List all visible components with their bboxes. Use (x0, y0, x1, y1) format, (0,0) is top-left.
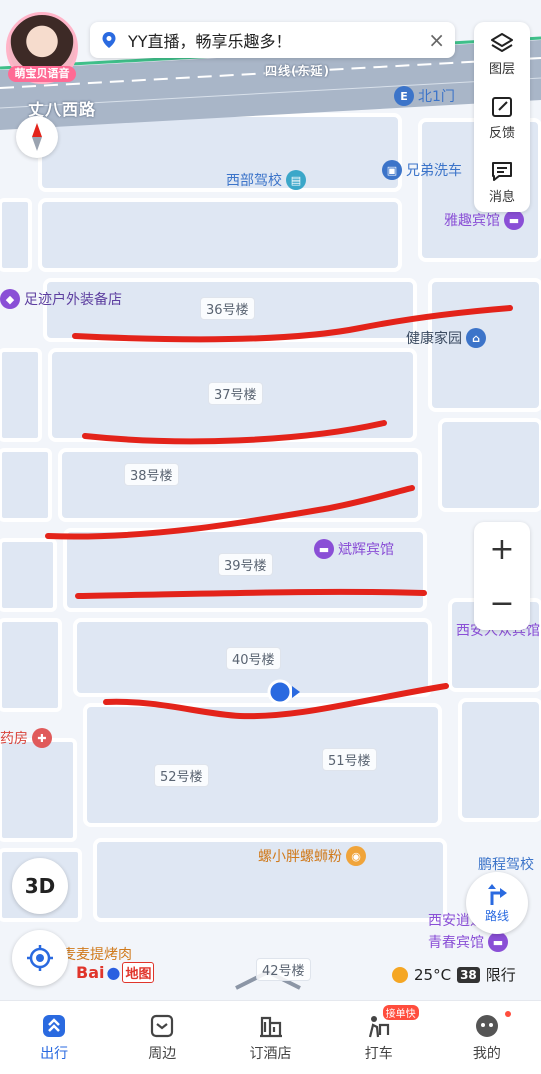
traffic-limit-number: 38 (457, 966, 480, 983)
weather-sun-icon (392, 966, 408, 983)
compass-button[interactable] (16, 116, 58, 158)
locate-icon (27, 945, 53, 971)
pharmacy-icon: ✚ (32, 728, 52, 748)
road-label-line: 四线(东延) (265, 64, 330, 78)
school-icon: ▤ (286, 170, 306, 190)
hotel-icon (259, 1016, 282, 1037)
promo-banner[interactable]: YY直播，畅享乐趣多！ × (90, 22, 455, 58)
nearby-icon (151, 1014, 174, 1037)
poi-luosifen[interactable]: 螺小胖螺蛳粉 ◉ (258, 846, 366, 866)
messages-label: 消息 (488, 190, 515, 205)
poi-youth-hotel[interactable]: 青春宾馆 ▬ (428, 932, 508, 952)
feedback-button[interactable]: 反馈 (474, 88, 530, 148)
poi-outdoor-store[interactable]: ◆ 足迹户外装备店 (0, 289, 122, 309)
zoom-in-button[interactable]: + (474, 522, 530, 576)
building-label: 38号楼 (124, 463, 179, 486)
profile-icon (475, 1014, 498, 1037)
building-label: 37号楼 (208, 382, 263, 405)
layers-button[interactable]: 图层 (474, 24, 530, 84)
temperature: 25°C (414, 965, 452, 984)
poi-health[interactable]: 健康家园 ⌂ (406, 328, 486, 348)
poi-maimai[interactable]: 麦麦提烤肉 (62, 944, 132, 964)
notification-dot (505, 1011, 512, 1017)
zoom-out-button[interactable]: − (474, 576, 530, 630)
building-label: 36号楼 (200, 297, 255, 320)
nav-item-travel[interactable]: 出行 (0, 1001, 108, 1074)
location-pin-icon (102, 32, 116, 48)
layers-label: 图层 (488, 62, 515, 77)
building-label: 52号楼 (154, 764, 209, 787)
layers-icon (491, 33, 513, 52)
nav-label: 打车 (364, 1045, 393, 1062)
route-button[interactable]: 路线 (466, 872, 528, 934)
baidu-map-logo: Bai ● 地图 (76, 962, 155, 983)
banner-text: YY直播，畅享乐趣多！ (128, 32, 292, 51)
message-icon (492, 162, 512, 181)
edit-icon (492, 97, 512, 117)
nav-label: 周边 (148, 1045, 177, 1062)
shop-icon: ◆ (0, 289, 20, 309)
map-canvas[interactable]: 丈八西路 四线(东延) 36号楼 37号楼 38号楼 39号楼 40号楼 51号… (0, 0, 541, 1000)
nav-item-profile[interactable]: 我的 (433, 1001, 541, 1074)
route-label: 路线 (484, 908, 509, 923)
close-icon[interactable]: × (428, 30, 445, 50)
travel-icon (43, 1014, 66, 1037)
hotel-icon: ▬ (488, 932, 508, 952)
weather-widget[interactable]: 25°C 38 限行 (392, 964, 516, 985)
poi-north-gate[interactable]: E 北1门 (394, 86, 455, 106)
3d-toggle-button[interactable]: 3D (12, 858, 68, 914)
poi-pengcheng[interactable]: 鹏程驾校 (478, 854, 534, 874)
messages-button[interactable]: 消息 (474, 152, 530, 212)
food-icon: ◉ (346, 846, 366, 866)
poi-hotel-binhui[interactable]: ▬ 斌辉宾馆 (314, 539, 394, 559)
bottom-nav: 出行 周边 订酒店 接单快 打车 我的 (0, 1000, 541, 1074)
traffic-limit-label: 限行 (485, 966, 516, 984)
poi-car-wash[interactable]: ▣ 兄弟洗车 (382, 160, 462, 180)
paw-icon: ● (106, 963, 121, 982)
feedback-label: 反馈 (488, 126, 515, 141)
compass-icon (32, 123, 42, 151)
nav-label: 我的 (472, 1045, 501, 1062)
taxi-badge: 接单快 (382, 1005, 419, 1020)
route-icon (488, 883, 507, 905)
building-label: 51号楼 (322, 748, 377, 771)
building-label: 39号楼 (218, 553, 273, 576)
home-icon: ⌂ (466, 328, 486, 348)
poi-hotel-yaqu[interactable]: 雅趣宾馆 ▬ (444, 210, 524, 230)
building-label: 40号楼 (226, 647, 281, 670)
nav-label: 订酒店 (249, 1045, 292, 1062)
poi-pharmacy[interactable]: 药房 ✚ (0, 728, 52, 748)
hotel-icon: ▬ (314, 539, 334, 559)
avatar-tag: 萌宝贝语音 (8, 66, 76, 82)
nav-item-taxi[interactable]: 接单快 打车 (325, 1001, 433, 1074)
nav-item-nearby[interactable]: 周边 (108, 1001, 216, 1074)
zoom-control: + − (474, 522, 530, 630)
locate-button[interactable] (12, 930, 68, 986)
poi-driving-school[interactable]: 西部驾校 ▤ (226, 170, 306, 190)
nav-label: 出行 (40, 1045, 69, 1062)
nav-item-hotel[interactable]: 订酒店 (216, 1001, 324, 1074)
map-toolbar: 图层 反馈 消息 (474, 22, 530, 212)
gate-icon: E (394, 86, 414, 106)
car-icon: ▣ (382, 160, 402, 180)
building-label: 42号楼 (256, 958, 311, 981)
hotel-icon: ▬ (504, 210, 524, 230)
